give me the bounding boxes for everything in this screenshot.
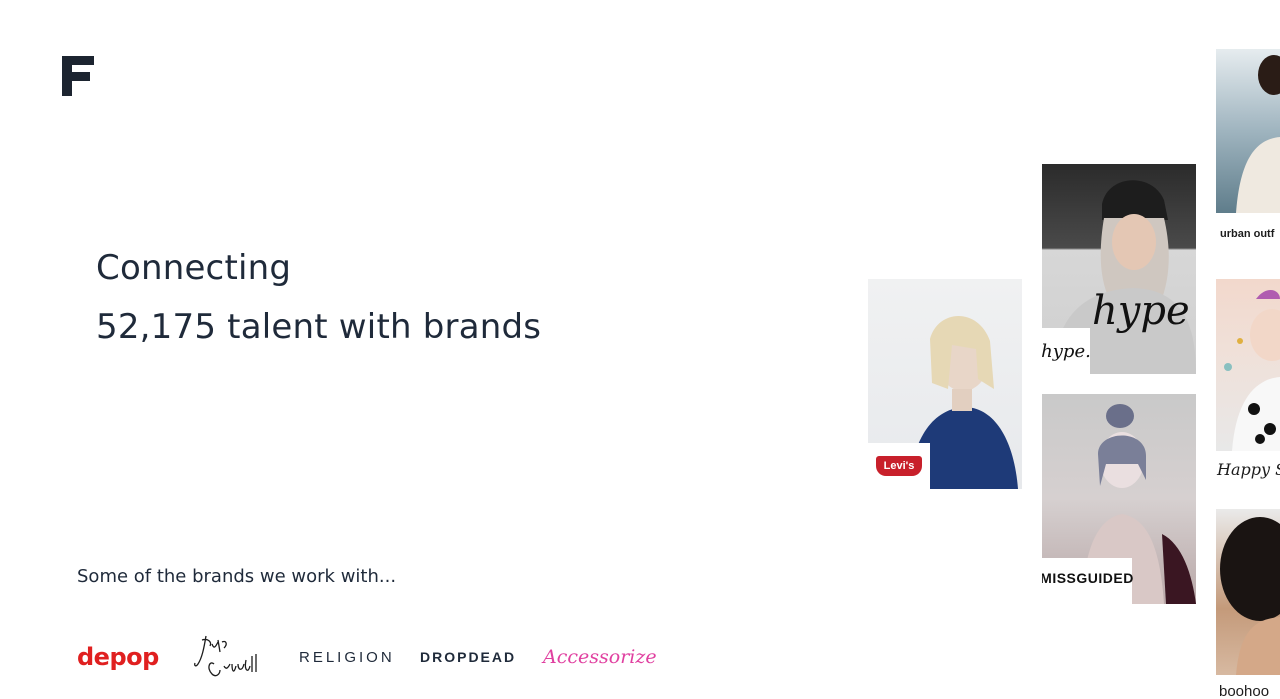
boohoo-logo: boohoo xyxy=(1219,683,1270,699)
urban-outfitters-logo: urban outf xyxy=(1220,228,1275,240)
brand-logo-dropdead: DROPDEAD xyxy=(420,649,517,665)
happy-socks-logo: Happy Socks xyxy=(1217,460,1280,479)
svg-text:hype: hype xyxy=(1092,288,1190,334)
model-photo xyxy=(1220,517,1280,675)
hype-badge: hype. xyxy=(1042,328,1091,374)
hype-logo: hype. xyxy=(1042,340,1091,362)
brand-logo-depop: depop xyxy=(77,643,159,671)
levis-logo: Levi's xyxy=(876,456,922,476)
missguided-badge: MISSGUIDED xyxy=(1042,558,1134,604)
brands-heading: Some of the brands we work with... xyxy=(77,566,397,587)
missguided-tagline-decoration xyxy=(1086,588,1087,593)
brand-logo-jeffrey-campbell xyxy=(194,635,257,677)
gallery-card-hype[interactable]: hype hype. xyxy=(1042,164,1196,374)
gallery-card-urban-outfitters[interactable] xyxy=(1216,49,1280,213)
logo-icon[interactable] xyxy=(62,56,94,96)
hero: Connecting 52,175 talent with brands xyxy=(96,246,541,349)
brand-logo-religion: RELIGION xyxy=(299,648,395,666)
gallery-card-levis[interactable]: Levi's xyxy=(868,279,1022,489)
gallery-card-missguided[interactable]: MISSGUIDED xyxy=(1042,394,1196,604)
hero-line-talent-count: 52,175 talent with brands xyxy=(96,307,542,347)
missguided-logo: MISSGUIDED xyxy=(1042,569,1134,586)
gallery-card-boohoo[interactable] xyxy=(1216,509,1280,675)
model-photo xyxy=(1236,55,1280,213)
gallery-card-happy-socks[interactable] xyxy=(1216,279,1280,451)
hero-line-connecting: Connecting xyxy=(96,248,292,288)
levis-badge: Levi's xyxy=(868,443,930,489)
model-photo xyxy=(1224,289,1280,451)
brand-logo-accessorize: Accessorize xyxy=(543,646,657,668)
